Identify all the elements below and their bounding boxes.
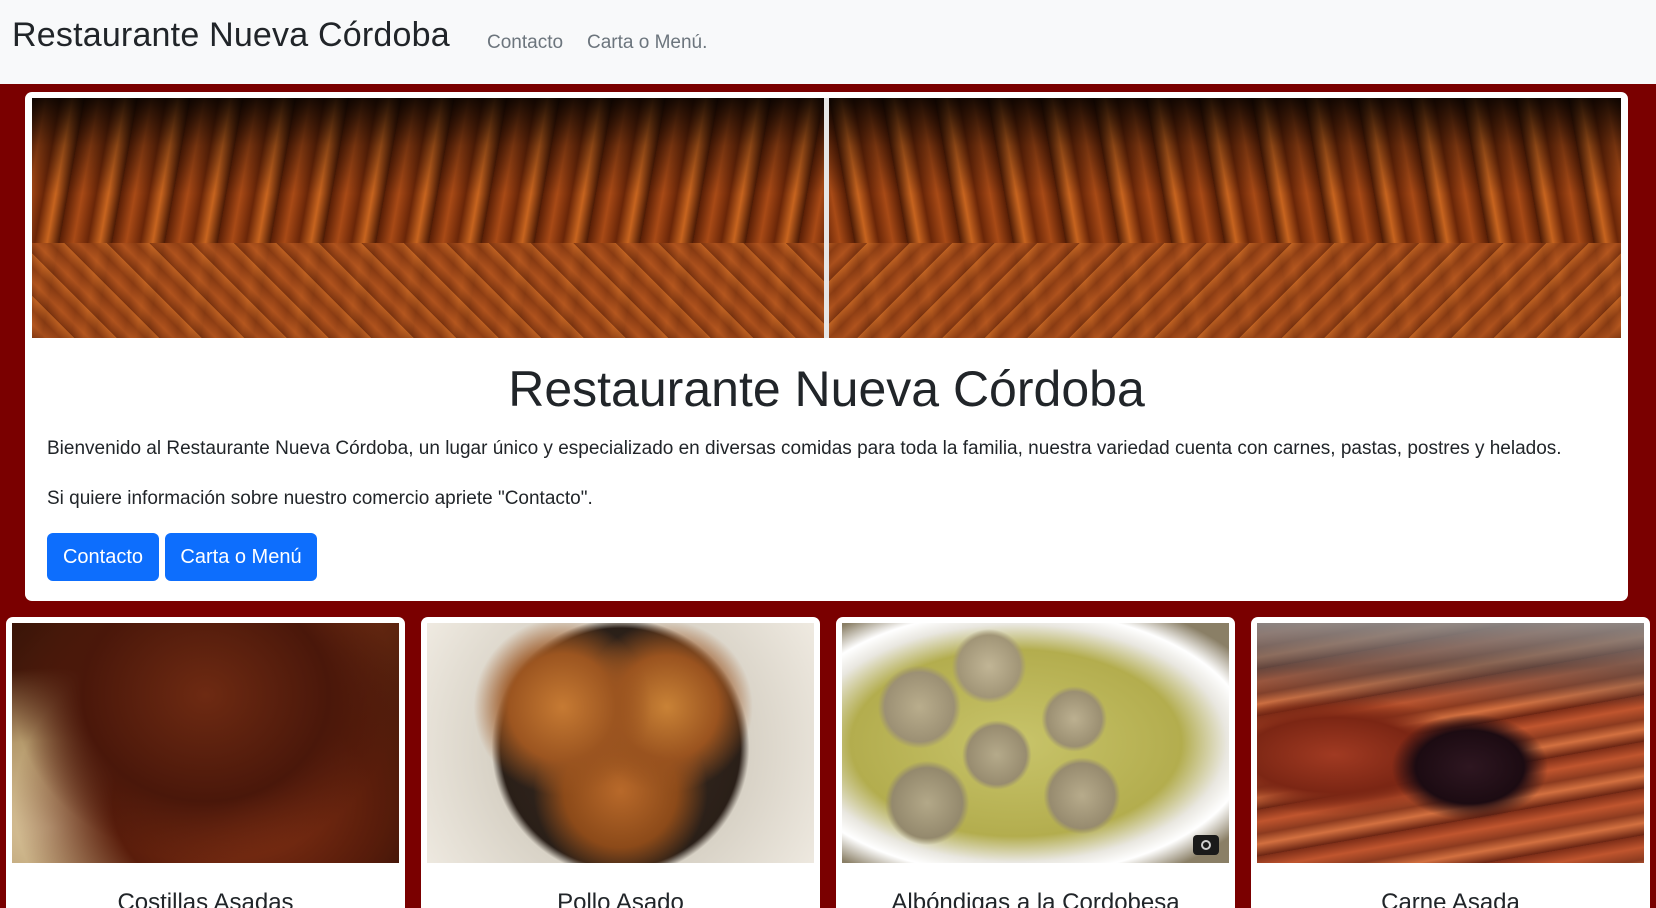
hero-image-right: [829, 98, 1621, 338]
dish-title: Costillas Asadas: [117, 889, 294, 908]
hero-banner-image: [32, 98, 1621, 338]
camera-icon: [1193, 835, 1219, 855]
navbar: Restaurante Nueva Córdoba Contacto Carta…: [0, 0, 1656, 84]
dish-card-pollo: Pollo Asado: [421, 617, 820, 908]
dish-image-carne: [1257, 623, 1644, 863]
dish-title: Carne Asada: [1381, 889, 1520, 908]
dish-image-pollo: [427, 623, 814, 863]
nav-link-carta-menu[interactable]: Carta o Menú.: [587, 32, 707, 54]
hero-image-left: [32, 98, 824, 338]
page-title: Restaurante Nueva Córdoba: [508, 361, 1145, 417]
dish-card-carne: Carne Asada: [1251, 617, 1650, 908]
intro-text: Bienvenido al Restaurante Nueva Córdoba,…: [47, 438, 1562, 459]
dish-title: Pollo Asado: [557, 889, 684, 908]
dish-image-albondigas: [842, 623, 1229, 863]
nav-link-contacto[interactable]: Contacto: [487, 32, 563, 54]
carta-menu-button[interactable]: Carta o Menú: [165, 533, 317, 581]
dish-title: Albóndigas a la Cordobesa: [891, 889, 1180, 908]
dish-card-albondigas: Albóndigas a la Cordobesa: [836, 617, 1235, 908]
contacto-button[interactable]: Contacto: [47, 533, 159, 581]
navbar-brand[interactable]: Restaurante Nueva Córdoba: [12, 16, 450, 55]
contact-hint-text: Si quiere información sobre nuestro come…: [47, 488, 593, 509]
dish-card-costillas: Costillas Asadas: [6, 617, 405, 908]
dish-image-costillas: [12, 623, 399, 863]
welcome-card: Restaurante Nueva Córdoba Bienvenido al …: [25, 92, 1628, 601]
